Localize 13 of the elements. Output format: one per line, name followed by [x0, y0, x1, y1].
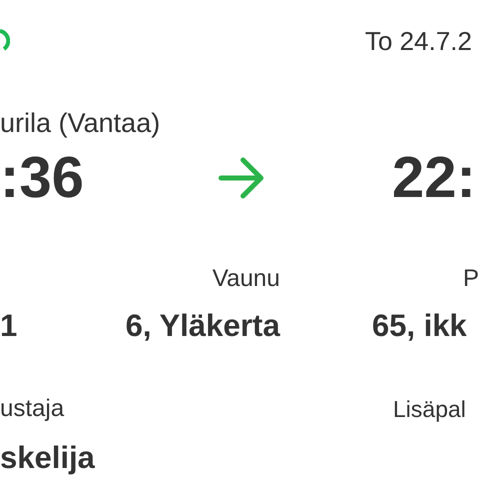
passenger-label: ustaja	[0, 397, 66, 421]
car-label: Vaunu	[212, 267, 280, 291]
seat-label: P	[462, 267, 480, 291]
passenger-value: skelija	[0, 442, 96, 472]
car-value: 6, Yläkerta	[125, 310, 280, 340]
travel-date: To 24.7.2	[364, 28, 473, 54]
departure-time: :36	[0, 149, 85, 207]
arrival-time: 22:	[391, 149, 477, 207]
train-value: 1	[0, 310, 18, 340]
extras-label: Lisäpal	[392, 398, 467, 420]
seat-value: 65, ikk	[371, 310, 468, 340]
departure-station: urila (Vantaa)	[0, 110, 162, 136]
arrow-right-icon	[218, 156, 266, 200]
